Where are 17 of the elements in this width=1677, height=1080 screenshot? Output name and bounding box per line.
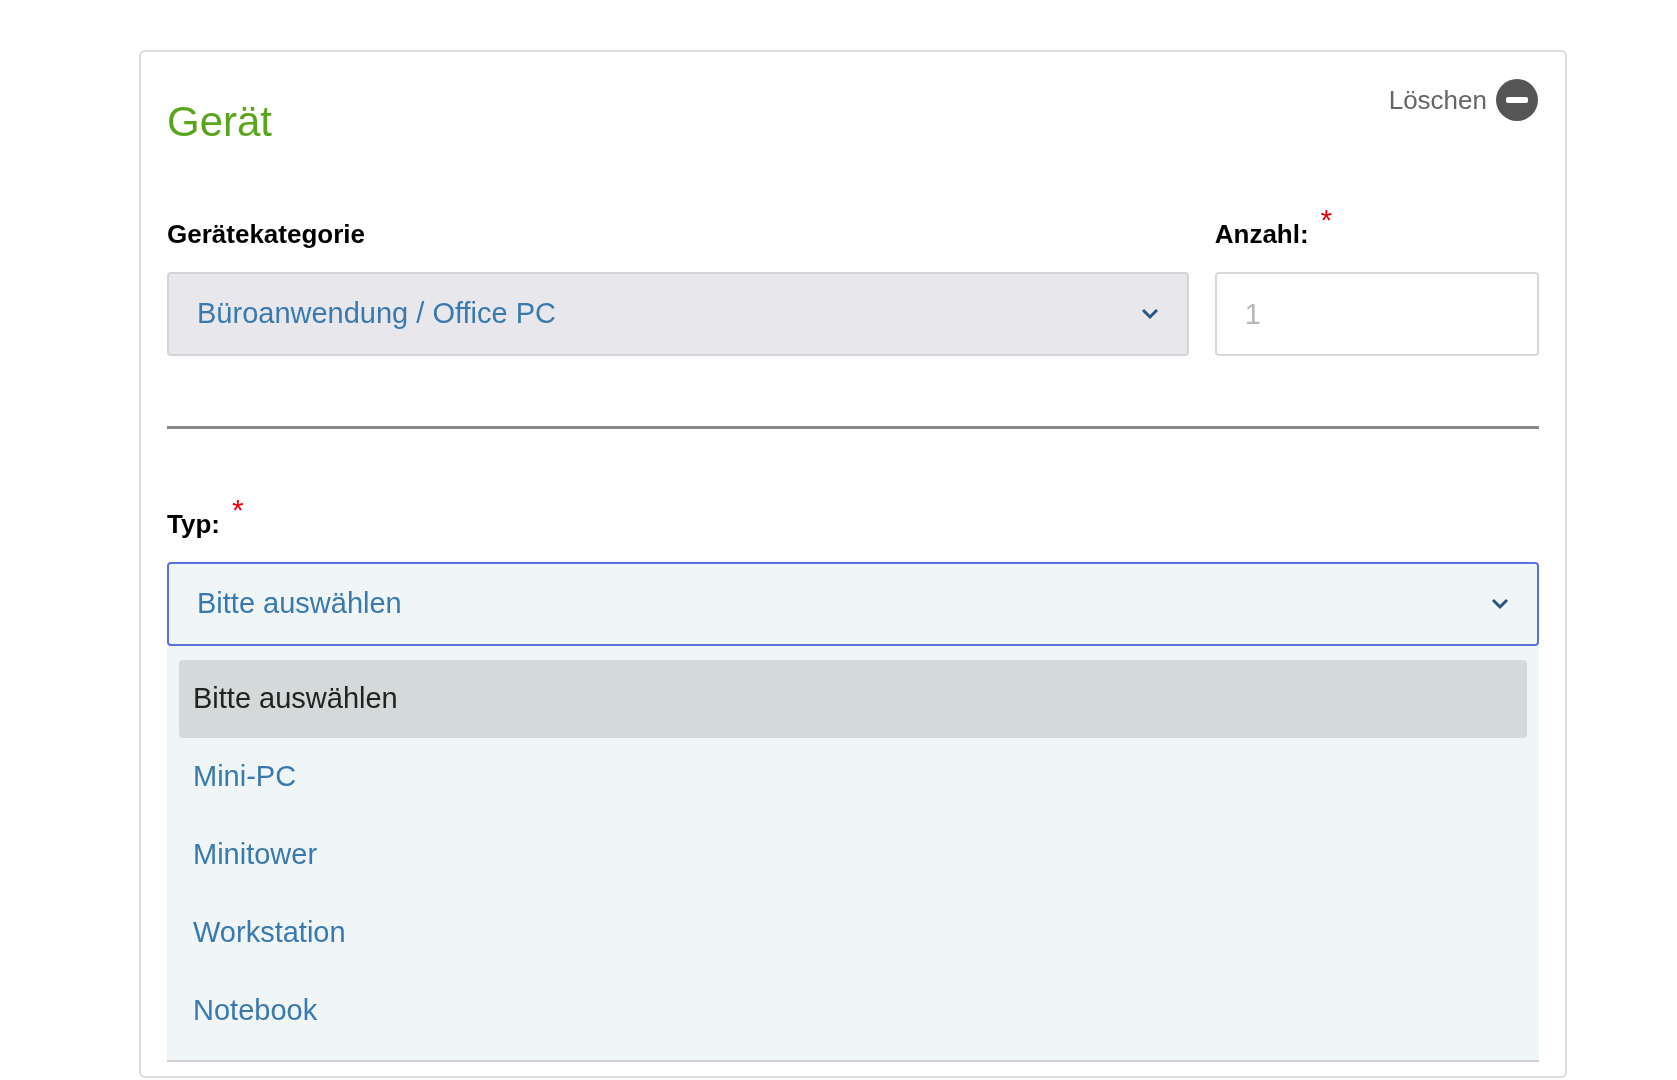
- field-label: Gerätekategorie: [167, 218, 365, 251]
- delete-button[interactable]: Löschen: [1388, 78, 1539, 122]
- dropdown-option[interactable]: Minitower: [179, 816, 1527, 894]
- card-title: Gerät: [167, 97, 273, 147]
- type-select[interactable]: Bitte auswählen: [167, 562, 1539, 646]
- required-asterisk: *: [231, 495, 244, 525]
- dropdown-option[interactable]: Mini-PC: [179, 738, 1527, 816]
- field-label: Anzahl:: [1214, 218, 1309, 251]
- dropdown-option[interactable]: Bitte auswählen: [179, 660, 1527, 738]
- field-label: Typ:: [167, 508, 220, 541]
- dropdown-option[interactable]: Workstation: [179, 894, 1527, 972]
- dropdown-option[interactable]: Notebook: [179, 972, 1527, 1050]
- chevron-down-icon: [1491, 598, 1509, 610]
- required-asterisk: *: [1320, 205, 1333, 235]
- chevron-down-icon: [1140, 308, 1159, 320]
- minus-circle-icon: [1495, 78, 1539, 122]
- quantity-input[interactable]: 1: [1214, 272, 1539, 356]
